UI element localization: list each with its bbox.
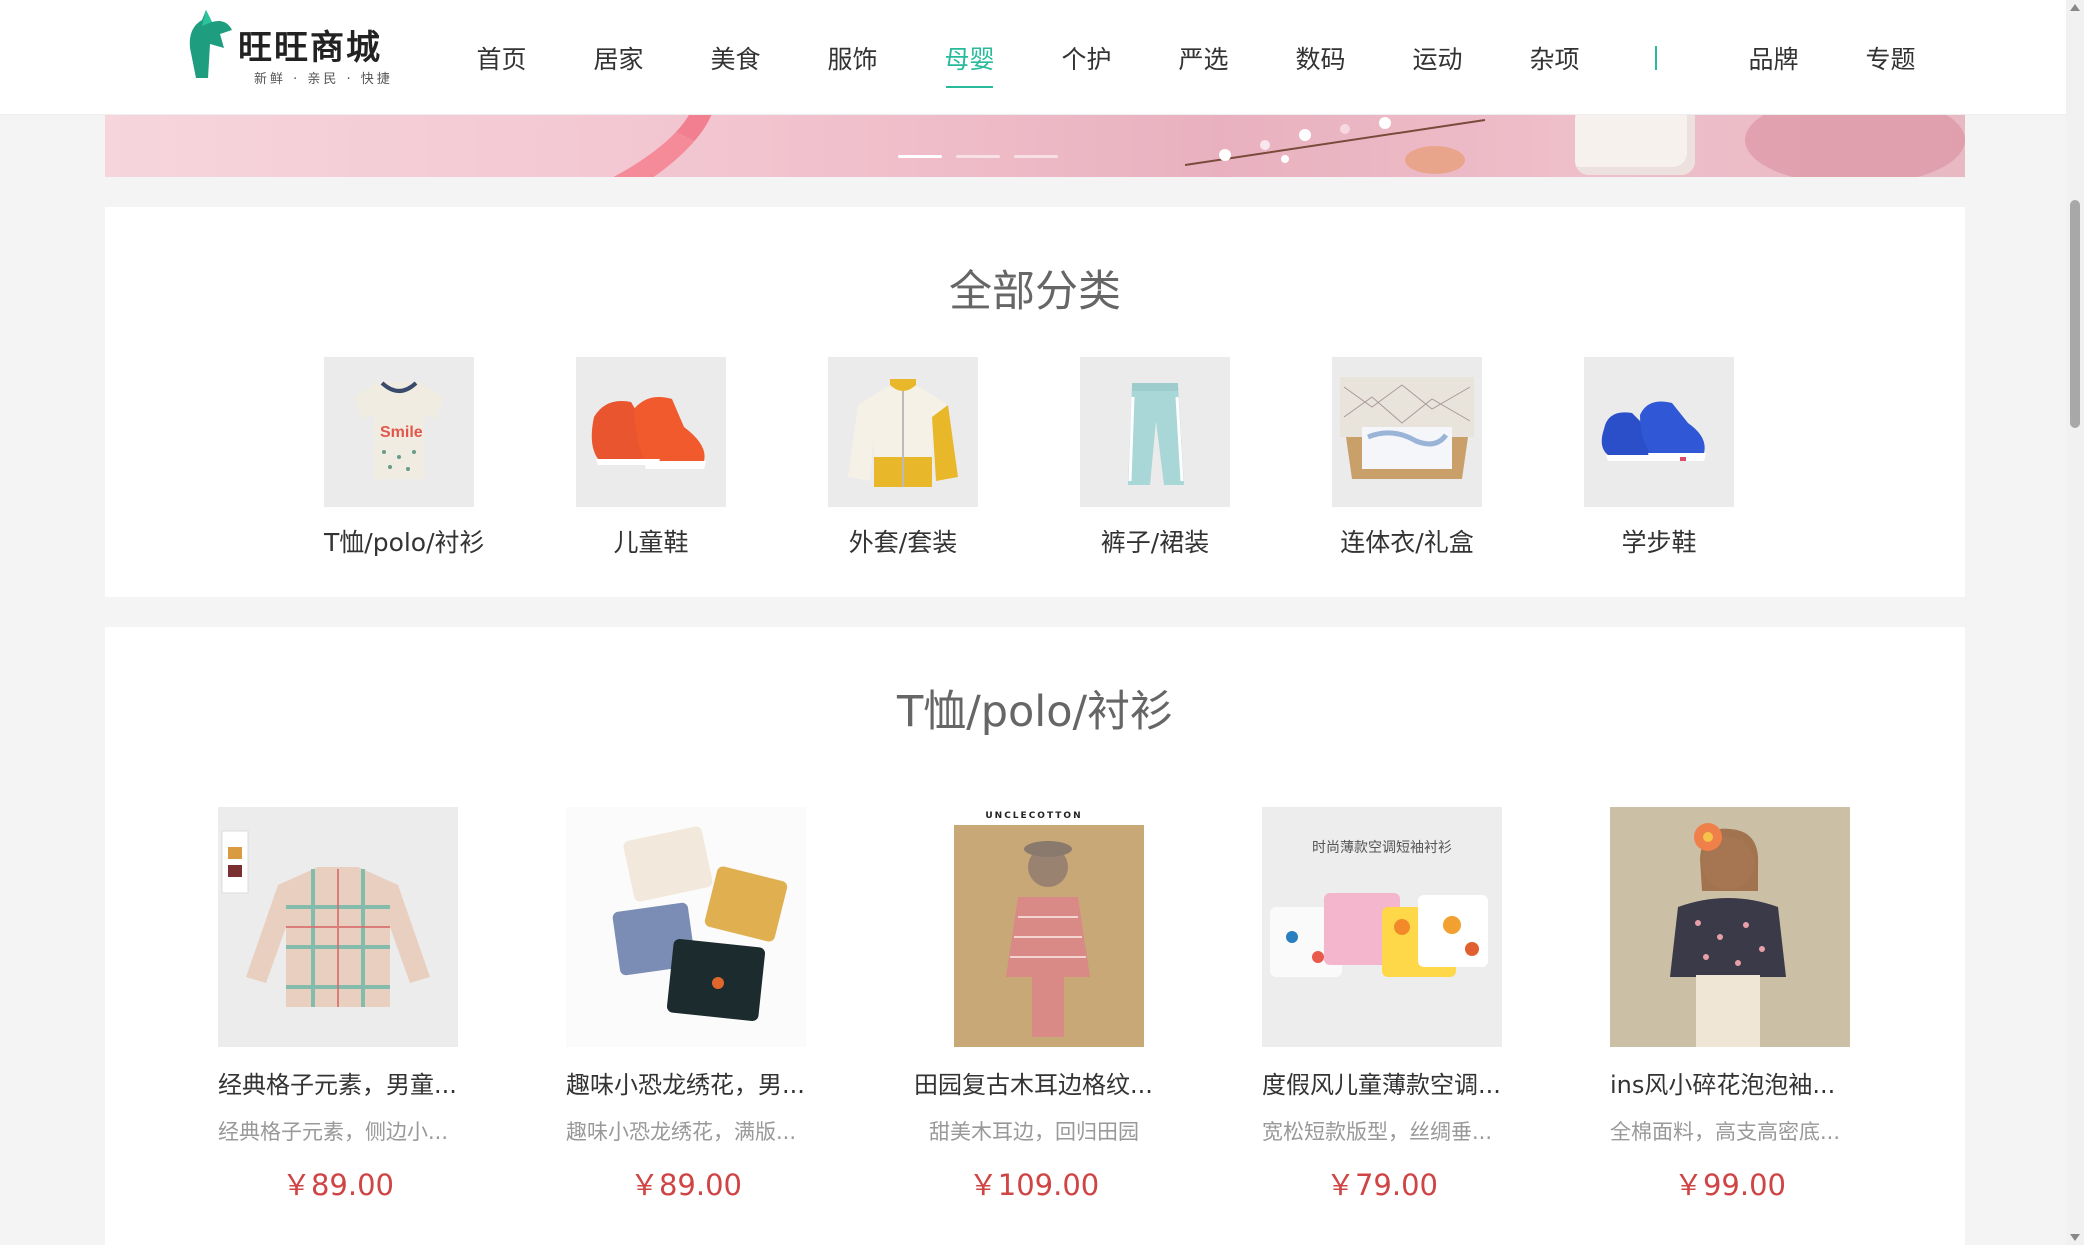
category-item[interactable]: 连体衣/礼盒 (1332, 357, 1482, 559)
product-card[interactable]: 时尚薄款空调短袖衬衫 度假风儿童薄款空调... 宽松短款版型，丝绸垂... ￥7… (1262, 807, 1502, 1204)
product-desc: 全棉面料，高支高密底... (1610, 1120, 1841, 1144)
nav-item-apparel[interactable]: 服饰 (794, 40, 911, 76)
product-name: 趣味小恐龙绣花，男... (566, 1071, 805, 1099)
product-image (1610, 807, 1850, 1047)
categories-title: 全部分类 (949, 267, 1121, 317)
brand-badge: UNCLECOTTON (985, 811, 1083, 821)
product-desc: 甜美木耳边，回归田园 (929, 1120, 1139, 1144)
category-label: 学步鞋 (1621, 528, 1697, 557)
logo-name: 旺旺商城 (238, 28, 382, 68)
category-list: Smile T恤/polo/衬衫 儿童鞋 外套/套装 裤子/裙装 连体衣/礼盒 … (324, 357, 1836, 559)
all-categories-panel: 全部分类 Smile T恤/polo/衬衫 儿童鞋 外套/套装 裤子/裙装 连体… (105, 207, 1965, 597)
product-desc: 宽松短款版型，丝绸垂... (1262, 1120, 1493, 1144)
nav-item-food[interactable]: 美食 (677, 40, 794, 76)
product-image: 时尚薄款空调短袖衬衫 (1262, 807, 1502, 1047)
nav-item-mother-baby[interactable]: 母婴 (911, 40, 1028, 88)
product-card[interactable]: ins风小碎花泡泡袖... 全棉面料，高支高密底... ￥99.00 (1610, 807, 1850, 1204)
carousel-dot[interactable] (898, 155, 942, 158)
scrollbar-thumb[interactable] (2070, 200, 2080, 428)
site-logo[interactable]: 旺旺商城 新鲜 · 亲民 · 快捷 (186, 8, 406, 88)
logo-icon (189, 10, 232, 78)
nav-item-misc[interactable]: 杂项 (1496, 40, 1613, 76)
nav-item-selected[interactable]: 严选 (1145, 40, 1262, 76)
product-price: ￥79.00 (1325, 1168, 1439, 1202)
product-section-title: T恤/polo/衬衫 (896, 687, 1174, 737)
banner-flowers (1185, 117, 1486, 174)
product-image: UNCLECOTTON (914, 807, 1154, 1047)
product-card[interactable]: 经典格子元素，男童... 经典格子元素，侧边小... ￥89.00 (218, 807, 458, 1204)
category-item[interactable]: 裤子/裙装 (1080, 357, 1230, 559)
product-card[interactable]: 趣味小恐龙绣花，男... 趣味小恐龙绣花，满版... ￥89.00 (566, 807, 806, 1204)
product-name: 经典格子元素，男童... (218, 1071, 457, 1099)
category-item[interactable]: 儿童鞋 (576, 357, 726, 559)
nav-item-home[interactable]: 首页 (443, 40, 560, 76)
gift-box-image (1332, 357, 1482, 507)
jacket-image (828, 357, 978, 507)
category-label: 儿童鞋 (613, 528, 689, 557)
nav-item-digital[interactable]: 数码 (1262, 40, 1379, 76)
page-scrollbar[interactable] (2066, 0, 2084, 1245)
nav-item-topic[interactable]: 专题 (1832, 40, 1949, 76)
category-label: T恤/polo/衬衫 (324, 528, 485, 557)
product-section-panel: T恤/polo/衬衫 经典格子元素，男童... 经典格子元素，侧边小... ￥8… (105, 627, 1965, 1245)
banner-product (1575, 115, 1695, 175)
kids-shoes-image (576, 357, 726, 507)
baby-shoes-image (1584, 357, 1734, 507)
carousel-indicators (898, 155, 1058, 158)
category-label: 连体衣/礼盒 (1340, 528, 1474, 557)
product-name: 田园复古木耳边格纹... (914, 1071, 1153, 1099)
scroll-up-icon[interactable] (2070, 4, 2080, 11)
product-desc: 趣味小恐龙绣花，满版... (566, 1120, 797, 1144)
product-card[interactable]: UNCLECOTTON 田园复古木耳边格纹... 甜美木耳边，回归田园 ￥109… (914, 807, 1154, 1204)
product-image-caption: 时尚薄款空调短袖衬衫 (1312, 840, 1452, 856)
carousel-dot[interactable] (1014, 155, 1058, 158)
banner-ribbon (287, 115, 743, 177)
scroll-down-icon[interactable] (2070, 1234, 2080, 1241)
category-item[interactable]: 学步鞋 (1584, 357, 1734, 559)
product-price: ￥89.00 (281, 1168, 395, 1202)
tshirt-image: Smile (324, 357, 474, 507)
product-name: ins风小碎花泡泡袖... (1610, 1071, 1836, 1099)
site-header: 旺旺商城 新鲜 · 亲民 · 快捷 首页 居家 美食 服饰 母婴 个护 严选 数… (0, 0, 2066, 115)
category-label: 裤子/裙装 (1100, 528, 1210, 557)
product-price: ￥99.00 (1673, 1168, 1787, 1202)
banner-decoration (1745, 115, 1965, 177)
product-price: ￥109.00 (968, 1168, 1100, 1202)
category-item[interactable]: 外套/套装 (828, 357, 978, 559)
nav-item-brand[interactable]: 品牌 (1715, 40, 1832, 76)
pants-image (1080, 357, 1230, 507)
main-nav: 首页 居家 美食 服饰 母婴 个护 严选 数码 运动 杂项 品牌 专题 (443, 0, 1949, 115)
nav-item-home-living[interactable]: 居家 (560, 40, 677, 76)
product-desc: 经典格子元素，侧边小... (218, 1120, 449, 1144)
logo-slogan: 新鲜 · 亲民 · 快捷 (254, 72, 393, 87)
category-item[interactable]: Smile T恤/polo/衬衫 (324, 357, 485, 559)
product-price: ￥89.00 (629, 1168, 743, 1202)
product-list: 经典格子元素，男童... 经典格子元素，侧边小... ￥89.00 趣味小恐龙绣… (218, 807, 1958, 1204)
nav-item-personal-care[interactable]: 个护 (1028, 40, 1145, 76)
product-name: 度假风儿童薄款空调... (1262, 1071, 1501, 1099)
svg-text:Smile: Smile (380, 424, 423, 441)
category-label: 外套/套装 (848, 528, 958, 557)
product-image (566, 807, 806, 1047)
hero-banner[interactable] (105, 115, 1965, 177)
nav-divider (1655, 45, 1657, 70)
nav-item-sports[interactable]: 运动 (1379, 40, 1496, 76)
product-image (218, 807, 458, 1047)
carousel-dot[interactable] (956, 155, 1000, 158)
